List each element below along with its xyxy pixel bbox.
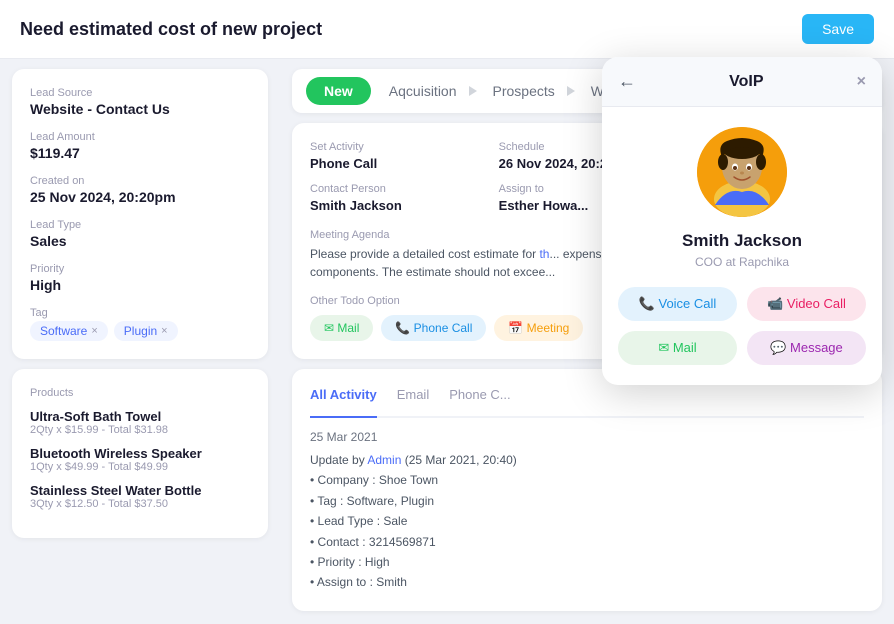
header: Need estimated cost of new project Save bbox=[0, 0, 894, 59]
voip-header: ← VoIP × bbox=[602, 57, 882, 107]
avatar bbox=[697, 127, 787, 217]
act-tab-email[interactable]: Email bbox=[397, 387, 430, 408]
set-activity-field: Set Activity Phone Call bbox=[310, 141, 487, 171]
video-call-button[interactable]: 📹 Video Call bbox=[747, 287, 866, 321]
page-title: Need estimated cost of new project bbox=[20, 19, 322, 40]
tab-acquisition[interactable]: Aqcuisition bbox=[371, 77, 475, 105]
contact-person-field: Contact Person Smith Jackson bbox=[310, 183, 487, 213]
products-card: Products Ultra-Soft Bath Towel 2Qty x $1… bbox=[12, 369, 268, 538]
contact-person-value: Smith Jackson bbox=[310, 198, 487, 213]
tags-container: Software × Plugin × bbox=[30, 321, 250, 341]
voip-body: Smith Jackson COO at Rapchika 📞 Voice Ca… bbox=[602, 107, 882, 385]
todo-mail-button[interactable]: ✉ Mail bbox=[310, 315, 373, 341]
left-panel: Lead Source Website - Contact Us Lead Am… bbox=[0, 59, 280, 624]
voip-title: VoIP bbox=[729, 73, 763, 91]
todo-meeting-button[interactable]: 📅 Meeting bbox=[494, 315, 583, 341]
log-entry: Update by Admin (25 Mar 2021, 20:40) • C… bbox=[310, 450, 864, 593]
tag-label: Tag bbox=[30, 307, 250, 319]
product-item-1: Ultra-Soft Bath Towel 2Qty x $15.99 - To… bbox=[30, 409, 250, 436]
lead-amount-value: $119.47 bbox=[30, 145, 250, 161]
voip-close-button[interactable]: × bbox=[857, 73, 866, 91]
tag-software-remove[interactable]: × bbox=[91, 325, 97, 337]
admin-link[interactable]: Admin bbox=[367, 453, 401, 467]
priority-value: High bbox=[30, 277, 250, 293]
product-detail-2: 1Qty x $49.99 - Total $49.99 bbox=[30, 461, 250, 473]
product-detail-1: 2Qty x $15.99 - Total $31.98 bbox=[30, 424, 250, 436]
voip-back-button[interactable]: ← bbox=[618, 71, 636, 92]
log-date: 25 Mar 2021 bbox=[310, 430, 864, 444]
lead-amount-label: Lead Amount bbox=[30, 131, 250, 143]
product-item-2: Bluetooth Wireless Speaker 1Qty x $49.99… bbox=[30, 446, 250, 473]
act-tab-phone[interactable]: Phone C... bbox=[449, 387, 510, 408]
product-name-3: Stainless Steel Water Bottle bbox=[30, 483, 250, 498]
tab-prospects[interactable]: Prospects bbox=[475, 77, 573, 105]
created-on-row: Created on 25 Nov 2024, 20:20pm bbox=[30, 175, 250, 205]
lead-type-row: Lead Type Sales bbox=[30, 219, 250, 249]
priority-row: Priority High bbox=[30, 263, 250, 293]
voip-actions: 📞 Voice Call 📹 Video Call ✉ Mail 💬 Messa… bbox=[618, 287, 866, 365]
lead-source-value: Website - Contact Us bbox=[30, 101, 250, 117]
voip-mail-button[interactable]: ✉ Mail bbox=[618, 331, 737, 365]
todo-phone-button[interactable]: 📞 Phone Call bbox=[381, 315, 486, 341]
contact-person-label: Contact Person bbox=[310, 183, 487, 195]
lead-type-label: Lead Type bbox=[30, 219, 250, 231]
lead-source-label: Lead Source bbox=[30, 87, 250, 99]
tag-software: Software × bbox=[30, 321, 108, 341]
lead-source-row: Lead Source Website - Contact Us bbox=[30, 87, 250, 117]
activity-log-tabs: All Activity Email Phone C... bbox=[310, 387, 864, 418]
voip-person-name: Smith Jackson bbox=[682, 231, 802, 251]
product-item-3: Stainless Steel Water Bottle 3Qty x $12.… bbox=[30, 483, 250, 510]
tag-plugin: Plugin × bbox=[114, 321, 178, 341]
priority-label: Priority bbox=[30, 263, 250, 275]
activity-log-card: All Activity Email Phone C... 25 Mar 202… bbox=[292, 369, 882, 611]
voip-message-button[interactable]: 💬 Message bbox=[747, 331, 866, 365]
voip-person-role: COO at Rapchika bbox=[695, 255, 789, 269]
tag-plugin-remove[interactable]: × bbox=[161, 325, 167, 337]
set-activity-value: Phone Call bbox=[310, 156, 487, 171]
lead-type-value: Sales bbox=[30, 233, 250, 249]
lead-amount-row: Lead Amount $119.47 bbox=[30, 131, 250, 161]
products-label: Products bbox=[30, 387, 250, 399]
created-on-value: 25 Nov 2024, 20:20pm bbox=[30, 189, 250, 205]
save-button[interactable]: Save bbox=[802, 14, 874, 44]
product-detail-3: 3Qty x $12.50 - Total $37.50 bbox=[30, 498, 250, 510]
product-name-2: Bluetooth Wireless Speaker bbox=[30, 446, 250, 461]
set-activity-label: Set Activity bbox=[310, 141, 487, 153]
product-name-1: Ultra-Soft Bath Towel bbox=[30, 409, 250, 424]
voice-call-button[interactable]: 📞 Voice Call bbox=[618, 287, 737, 321]
lead-info-card: Lead Source Website - Contact Us Lead Am… bbox=[12, 69, 268, 359]
created-on-label: Created on bbox=[30, 175, 250, 187]
voip-modal: ← VoIP × bbox=[602, 57, 882, 385]
tab-new[interactable]: New bbox=[306, 77, 371, 105]
act-tab-all[interactable]: All Activity bbox=[310, 387, 377, 418]
tag-row: Tag Software × Plugin × bbox=[30, 307, 250, 341]
